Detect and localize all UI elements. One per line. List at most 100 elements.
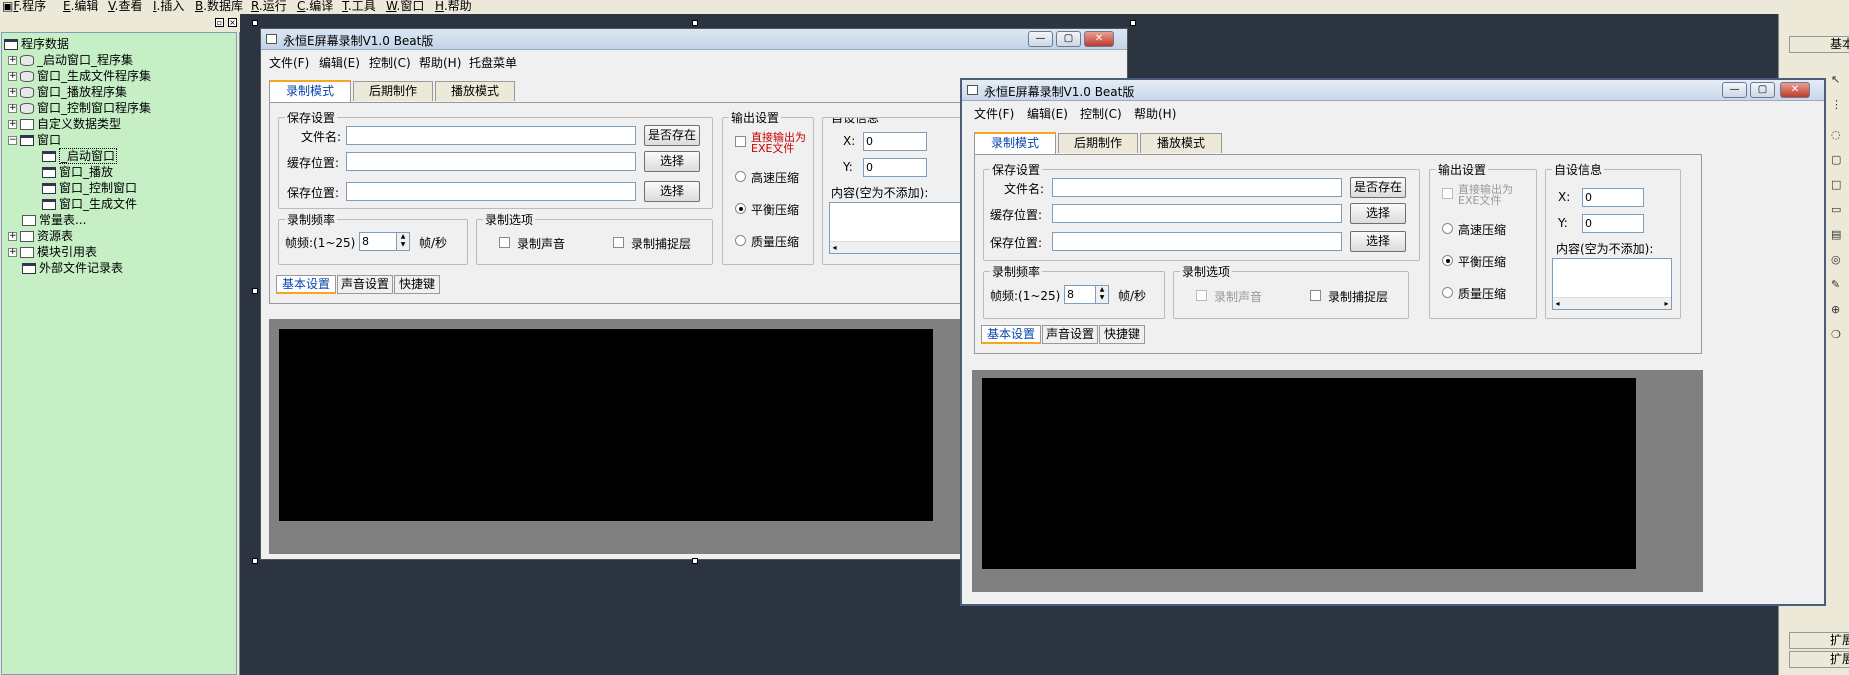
tab-audio-settings[interactable]: 声音设置 [1042,325,1098,344]
menu-tools[interactable]: T.工具 [342,0,376,14]
quality-compress-radio[interactable] [1442,287,1453,298]
component-icon[interactable]: ▢ [1831,154,1843,166]
save-path-input[interactable] [346,182,636,201]
component-icon[interactable]: ⊕ [1831,304,1843,316]
tree-item[interactable]: 窗口_控制窗口 [42,180,137,196]
maximize-button[interactable]: ▢ [1750,82,1775,98]
exists-button[interactable]: 是否存在 [1350,177,1406,198]
close-button[interactable]: ✕ [1780,82,1810,98]
record-layer-checkbox[interactable] [613,237,624,248]
fast-compress-radio[interactable] [735,171,746,182]
menu-file[interactable]: 文件(F) [269,54,309,71]
component-icon[interactable]: ▭ [1831,204,1843,216]
menu-help[interactable]: 帮助(H) [419,54,461,71]
component-icon[interactable]: □ [1831,179,1843,191]
collapse-icon[interactable]: − [8,136,17,145]
menu-database[interactable]: B.数据库 [195,0,243,14]
expand-icon[interactable]: + [8,88,17,97]
pin-icon[interactable]: ▫ [215,18,224,27]
tab-play-mode[interactable]: 播放模式 [435,81,515,101]
component-icon[interactable]: ❍ [1831,329,1843,341]
content-textarea[interactable]: ◂ ▸ [1552,258,1672,310]
fast-compress-radio[interactable] [1442,223,1453,234]
menu-window[interactable]: W.窗口 [386,0,424,14]
tree-item[interactable]: 窗口_生成文件 [42,196,137,212]
tree-item[interactable]: 窗口_播放 [42,164,113,180]
menu-edit[interactable]: E.编辑 [63,0,98,14]
tree-item[interactable]: + 模块引用表 [8,244,97,260]
menu-run[interactable]: R.运行 [251,0,287,14]
horizontal-scrollbar[interactable]: ◂ ▸ [1553,297,1671,309]
tab-hotkeys[interactable]: 快捷键 [1099,325,1145,344]
fps-stepper[interactable]: ▲ ▼ [396,232,410,251]
record-audio-checkbox[interactable] [1196,290,1207,301]
menu-help[interactable]: H.帮助 [435,0,472,14]
expand-icon[interactable]: + [8,248,17,257]
save-path-input[interactable] [1052,232,1342,251]
tree-item[interactable]: + 窗口_生成文件程序集 [8,68,151,84]
component-icon[interactable]: ◌ [1831,129,1843,141]
tab-audio-settings[interactable]: 声音设置 [337,275,393,294]
fps-stepper[interactable]: ▲ ▼ [1095,285,1109,304]
choose-cache-button[interactable]: 选择 [644,151,700,172]
x-input[interactable]: 0 [1582,188,1644,207]
tab-play-mode[interactable]: 播放模式 [1140,133,1222,153]
choose-save-button[interactable]: 选择 [1350,231,1406,252]
fps-input[interactable]: 8 [1064,285,1096,304]
menu-control[interactable]: 控制(C) [369,54,411,71]
record-audio-checkbox[interactable] [499,237,510,248]
filename-input[interactable] [346,126,636,145]
choose-cache-button[interactable]: 选择 [1350,203,1406,224]
direct-exe-checkbox[interactable] [735,136,746,147]
tab-basic-settings[interactable]: 基本设置 [981,325,1041,344]
resize-handle[interactable] [692,558,698,564]
tab-post-production[interactable]: 后期制作 [353,81,433,101]
fps-input[interactable]: 8 [359,232,397,251]
running-app-window[interactable]: 永恒E屏幕录制V1.0 Beat版 — ▢ ✕ 文件(F) 编辑(E) 控制(C… [960,78,1826,606]
menu-file[interactable]: 文件(F) [974,105,1014,122]
tab-record-mode[interactable]: 录制模式 [974,132,1056,154]
tree-item[interactable]: 常量表... [22,212,86,228]
tree-item-selected[interactable]: _启动窗口 [42,148,118,164]
menu-help[interactable]: 帮助(H) [1134,105,1176,122]
tree-root[interactable]: 程序数据 [4,36,69,52]
tab-hotkeys[interactable]: 快捷键 [394,275,440,294]
tab-post-production[interactable]: 后期制作 [1058,133,1138,153]
component-icon[interactable]: ✎ [1831,279,1843,291]
choose-save-button[interactable]: 选择 [644,181,700,202]
component-icon[interactable]: ◎ [1831,254,1843,266]
tree-item[interactable]: + _启动窗口_程序集 [8,52,133,68]
filename-input[interactable] [1052,178,1342,197]
maximize-button[interactable]: ▢ [1056,31,1081,47]
resize-handle[interactable] [1130,20,1136,26]
tree-item[interactable]: + 自定义数据类型 [8,116,121,132]
tree-item[interactable]: 外部文件记录表 [22,260,123,276]
tab-record-mode[interactable]: 录制模式 [269,80,351,102]
resize-handle[interactable] [252,288,258,294]
direct-exe-checkbox[interactable] [1442,188,1453,199]
close-button[interactable]: ✕ [1084,31,1114,47]
designer-titlebar[interactable]: 永恒E屏幕录制V1.0 Beat版 — ▢ ✕ [261,29,1127,50]
balanced-compress-radio[interactable] [735,203,746,214]
extended-components-button[interactable]: 扩展 [1789,651,1849,668]
expand-icon[interactable]: + [8,72,17,81]
extended-components-button[interactable]: 扩展 [1789,632,1849,649]
horizontal-scrollbar[interactable]: ◂ [830,241,968,253]
basic-components-button[interactable]: 基本 [1789,36,1849,53]
menu-insert[interactable]: I.插入 [153,0,184,14]
tree-item[interactable]: + 窗口_播放程序集 [8,84,127,100]
menu-compile[interactable]: C.编译 [297,0,333,14]
cache-input[interactable] [346,152,636,171]
expand-icon[interactable]: + [8,232,17,241]
component-icon[interactable]: ▤ [1831,229,1843,241]
content-textarea[interactable]: ◂ [829,202,969,254]
menu-edit[interactable]: 编辑(E) [1027,105,1068,122]
record-layer-checkbox[interactable] [1310,290,1321,301]
tree-item[interactable]: + 资源表 [8,228,73,244]
exists-button[interactable]: 是否存在 [644,125,700,146]
menu-view[interactable]: V.查看 [108,0,143,14]
expand-icon[interactable]: + [8,104,17,113]
pointer-icon[interactable]: ↖ [1831,74,1843,86]
menu-tray[interactable]: 托盘菜单 [469,54,517,71]
close-icon[interactable]: × [228,18,237,27]
